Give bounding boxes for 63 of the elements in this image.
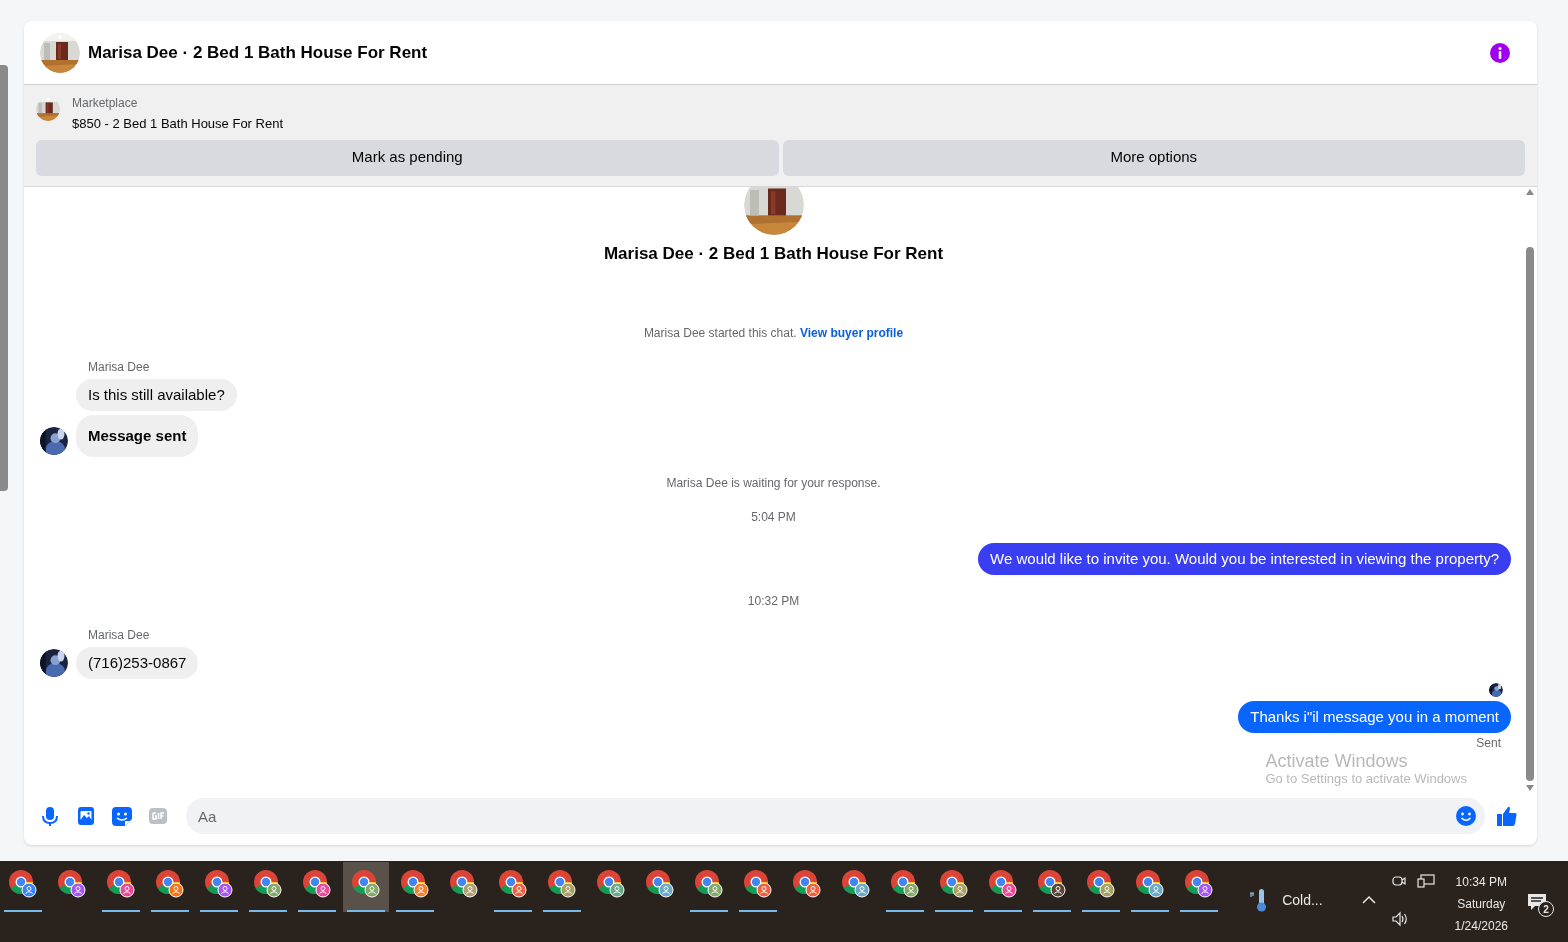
browser-icon <box>106 869 136 899</box>
message-bubble: We would like to invite you. Would you be interested in viewing the property? <box>978 543 1511 575</box>
browser-icon <box>1037 869 1067 899</box>
chevron-up-icon[interactable] <box>1360 895 1377 905</box>
browser-icon <box>351 869 381 899</box>
sender-name: Marisa Dee <box>88 359 151 375</box>
notification-count: 2 <box>1538 901 1554 917</box>
clock-day: Saturday <box>1457 893 1506 915</box>
browser-icon <box>302 869 332 899</box>
scroll-down-icon[interactable] <box>1526 785 1534 791</box>
message-input[interactable]: Aa <box>186 798 1485 834</box>
browser-icon <box>547 869 577 899</box>
browser-icon <box>645 869 675 899</box>
clock-time: 10:34 PM <box>1455 874 1507 891</box>
timestamp: 5:04 PM <box>751 509 796 525</box>
taskbar-app-button[interactable] <box>343 862 389 912</box>
info-icon[interactable] <box>1489 41 1511 64</box>
clock[interactable]: 10:34 PM Saturday 1/24/2026 <box>1454 861 1508 937</box>
browser-icon <box>1135 869 1165 899</box>
browser-icon <box>449 869 479 899</box>
system-message: Marisa Dee is waiting for your response. <box>666 475 881 491</box>
browser-icon <box>498 869 528 899</box>
browser-icon <box>694 869 724 899</box>
browser-icon <box>792 869 822 899</box>
browser-icon <box>841 869 871 899</box>
message-bubble: (716)253-0867 <box>76 647 199 679</box>
timestamp: 10:32 PM <box>747 593 800 609</box>
browser-icon <box>743 869 773 899</box>
camera-icon[interactable] <box>1390 873 1407 889</box>
browser-icon <box>939 869 969 899</box>
message-bubble: Is this still available? <box>76 379 237 411</box>
browser-icon <box>400 869 430 899</box>
sender-name: Marisa Dee <box>88 627 151 643</box>
listing-action-button[interactable]: More options <box>782 139 1525 176</box>
browser-icon <box>1086 869 1116 899</box>
emoji-icon[interactable] <box>1455 805 1477 827</box>
view-profile-link[interactable]: View buyer profile <box>799 326 904 340</box>
browser-icon <box>890 869 920 899</box>
scrollbar[interactable] <box>1526 246 1534 781</box>
message-bubble: Thanks i"il message you in a moment <box>1238 701 1511 733</box>
browser-icon <box>596 869 626 899</box>
browser-icon <box>988 869 1018 899</box>
network-icon[interactable] <box>1416 873 1435 889</box>
browser-icon <box>57 869 87 899</box>
browser-icon <box>253 869 283 899</box>
clock-date: 1/24/2026 <box>1454 918 1508 935</box>
activation-notice-text: Go to Settings to activate Windows <box>1265 771 1467 787</box>
weather-text[interactable]: Cold... <box>1282 889 1323 911</box>
listing-action-button[interactable]: Mark as pending <box>36 139 779 176</box>
listing-title: $850 - 2 Bed 1 Bath House For Rent <box>72 115 283 133</box>
browser-icon <box>1184 869 1214 899</box>
chat-title: Marisa Dee · 2 Bed 1 Bath House For Rent <box>88 41 429 64</box>
message-bubble: Message sent <box>76 415 199 457</box>
conversation-title: Marisa Dee · 2 Bed 1 Bath House For Rent <box>603 242 944 265</box>
delivery-status: Sent <box>1476 735 1501 751</box>
browser-icon <box>204 869 234 899</box>
system-message: Marisa Dee started this chat. View buyer profile <box>643 325 904 341</box>
activation-notice-title: Activate Windows <box>1265 751 1408 771</box>
speaker-icon[interactable] <box>1390 911 1409 927</box>
listing-label: Marketplace <box>72 95 139 111</box>
browser-icon <box>8 869 38 899</box>
scrollbar[interactable] <box>0 65 8 491</box>
browser-icon <box>155 869 185 899</box>
